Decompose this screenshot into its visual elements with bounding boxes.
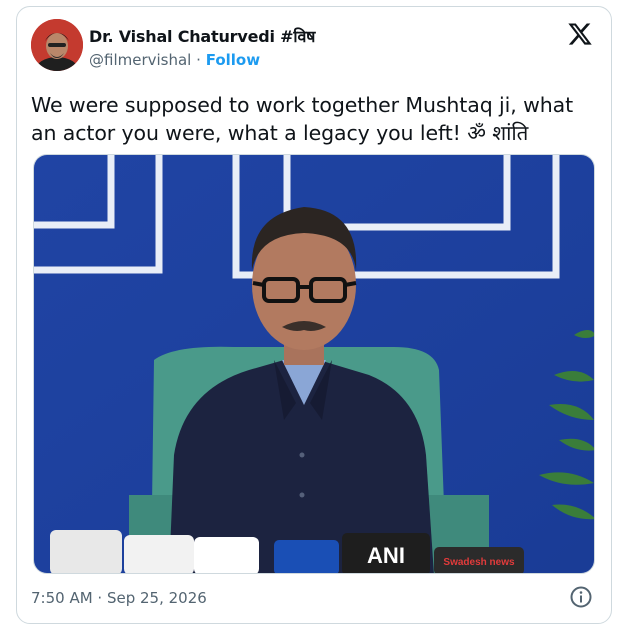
author-handle[interactable]: @filmervishal — [89, 51, 191, 69]
mic-label-ani: ANI — [367, 543, 405, 568]
author-avatar[interactable] — [31, 19, 83, 71]
info-icon[interactable] — [569, 585, 593, 609]
mic-label-swadesh: Swadesh news — [443, 557, 515, 568]
author-name[interactable]: Dr. Vishal Chaturvedi #विष — [89, 25, 315, 47]
tweet-card: Dr. Vishal Chaturvedi #विष @filmervishal… — [16, 6, 612, 624]
follow-button[interactable]: Follow — [206, 51, 260, 69]
x-logo-icon[interactable] — [567, 21, 593, 47]
tweet-text: We were supposed to work together Mushta… — [31, 93, 574, 145]
author-handle-row: @filmervishal · Follow — [89, 51, 260, 69]
tweet-timestamp[interactable]: 7:50 AM · Sep 25, 2026 — [31, 589, 207, 607]
tweet-media-image[interactable]: ANI Swadesh news — [33, 154, 595, 574]
separator-dot: · — [196, 51, 201, 69]
